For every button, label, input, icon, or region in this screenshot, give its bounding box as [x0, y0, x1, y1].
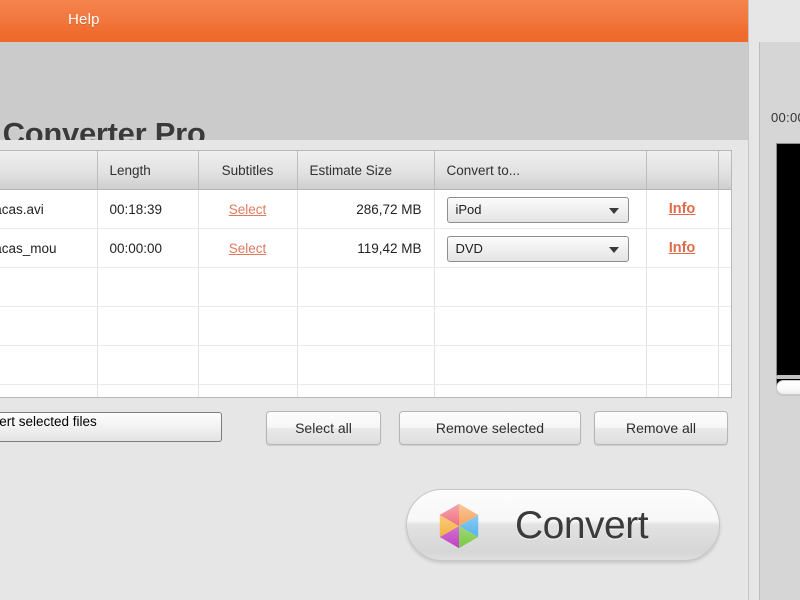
- preview-slider-handle[interactable]: [776, 380, 800, 395]
- column-header-subtitles[interactable]: Subtitles: [198, 151, 298, 190]
- chevron-down-icon: [608, 207, 619, 214]
- file-list-panel: Length Subtitles Estimate Size Convert t…: [0, 150, 732, 398]
- convert-to-dropdown-1[interactable]: iPod: [446, 196, 629, 223]
- cell-empty: [198, 345, 298, 385]
- cell-empty: [198, 267, 298, 307]
- column-header-convert[interactable]: Convert to...: [434, 151, 647, 190]
- table-row-empty[interactable]: [0, 345, 731, 385]
- cell-filename: cloacas.avi: [0, 189, 98, 229]
- column-header-length[interactable]: Length: [97, 151, 199, 190]
- batch-action-value: nvert selected files: [0, 414, 97, 429]
- remove-all-button[interactable]: Remove all: [594, 411, 728, 445]
- table-row[interactable]: cloacas.avi 00:18:39 Select 286,72 MB iP…: [0, 189, 731, 229]
- main-pane: Length Subtitles Estimate Size Convert t…: [0, 140, 748, 600]
- cell-info: Info: [646, 189, 719, 229]
- cell-empty: [434, 306, 647, 346]
- cell-empty: [198, 384, 298, 397]
- info-link[interactable]: Info: [669, 240, 696, 256]
- cell-spacer: [718, 189, 731, 229]
- column-header-size[interactable]: Estimate Size: [297, 151, 435, 190]
- cell-estimate-size: 286,72 MB: [297, 189, 435, 229]
- cell-empty: [646, 345, 719, 385]
- cell-estimate-size: 119,42 MB: [297, 228, 435, 268]
- title-band: Video Converter Pro: [0, 42, 748, 140]
- application-window: s Help Video Converter Pro Length Subtit…: [0, 0, 800, 600]
- cell-empty: [646, 267, 719, 307]
- cell-empty: [297, 306, 435, 346]
- cell-empty: [718, 384, 731, 397]
- cell-spacer: [718, 228, 731, 268]
- cell-empty: [434, 345, 647, 385]
- column-header-spacer: [718, 151, 731, 190]
- cell-empty: [434, 384, 647, 397]
- cell-empty: [297, 384, 435, 397]
- cell-empty: [0, 267, 98, 307]
- cell-empty: [97, 384, 199, 397]
- cell-subtitles: Select: [198, 189, 298, 229]
- column-header-name[interactable]: [0, 151, 98, 190]
- table-row-empty[interactable]: [0, 306, 731, 346]
- cell-empty: [0, 345, 98, 385]
- file-list-table: Length Subtitles Estimate Size Convert t…: [0, 151, 731, 397]
- select-subtitles-link[interactable]: Select: [229, 241, 267, 256]
- convert-button-label: Convert: [515, 504, 649, 547]
- page-title: Video Converter Pro: [0, 116, 206, 140]
- cell-filename: cloacas_mou: [0, 228, 98, 268]
- cell-empty: [646, 306, 719, 346]
- cell-empty: [646, 384, 719, 397]
- cell-info: Info: [646, 228, 719, 268]
- cell-length: 00:00:00: [97, 228, 199, 268]
- cell-empty: [97, 306, 199, 346]
- cell-length: 00:18:39: [97, 189, 199, 229]
- menu-bar: s Help: [0, 0, 748, 43]
- cell-empty: [0, 384, 98, 397]
- hexagon-pinwheel-logo-icon: [435, 502, 483, 550]
- select-subtitles-link[interactable]: Select: [229, 202, 267, 217]
- preview-timecode: 00:00: [771, 110, 800, 125]
- cell-empty: [297, 267, 435, 307]
- batch-action-dropdown[interactable]: nvert selected files: [0, 412, 222, 442]
- cell-empty: [97, 267, 199, 307]
- file-list-body: cloacas.avi 00:18:39 Select 286,72 MB iP…: [0, 189, 731, 397]
- cell-empty: [297, 345, 435, 385]
- table-header-row: Length Subtitles Estimate Size Convert t…: [0, 151, 731, 190]
- video-preview-screen[interactable]: [776, 143, 800, 388]
- chevron-down-icon: [608, 246, 619, 253]
- cell-convert-to: iPod: [434, 189, 647, 229]
- filename-text: cloacas.avi: [0, 201, 44, 217]
- preview-pane-inner: 00:00: [759, 42, 800, 600]
- table-row-empty[interactable]: [0, 267, 731, 307]
- cell-empty: [718, 345, 731, 385]
- cell-empty: [0, 306, 98, 346]
- convert-button[interactable]: Convert: [406, 489, 720, 561]
- menu-item-help[interactable]: Help: [68, 11, 100, 28]
- select-all-button[interactable]: Select all: [266, 411, 381, 445]
- column-header-info[interactable]: [646, 151, 719, 190]
- preview-pane: 00:00: [748, 0, 800, 600]
- convert-to-dropdown-2[interactable]: DVD: [446, 235, 629, 262]
- info-link[interactable]: Info: [669, 201, 696, 217]
- convert-to-value-2: DVD: [455, 240, 483, 256]
- table-row-empty[interactable]: [0, 384, 731, 397]
- cell-empty: [97, 345, 199, 385]
- filename-text: cloacas_mou: [0, 240, 57, 256]
- cell-empty: [198, 306, 298, 346]
- cell-convert-to: DVD: [434, 228, 647, 268]
- cell-subtitles: Select: [198, 228, 298, 268]
- cell-empty: [718, 306, 731, 346]
- remove-selected-button[interactable]: Remove selected: [399, 411, 581, 445]
- cell-empty: [718, 267, 731, 307]
- convert-to-value-1: iPod: [455, 201, 482, 217]
- table-row[interactable]: cloacas_mou 00:00:00 Select 119,42 MB DV…: [0, 228, 731, 268]
- preview-slider-track[interactable]: [776, 375, 800, 379]
- cell-empty: [434, 267, 647, 307]
